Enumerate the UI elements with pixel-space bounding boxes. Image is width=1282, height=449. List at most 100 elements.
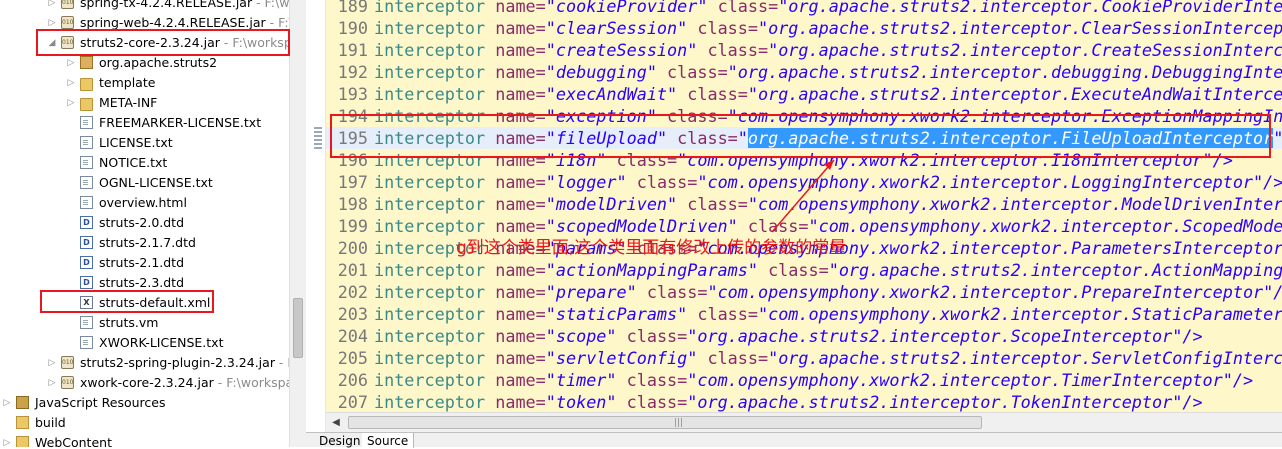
tree-item[interactable]: FREEMARKER-LICENSE.txt (0, 113, 289, 133)
editor-horizontal-scrollbar[interactable]: ◀ ||| (326, 412, 1282, 432)
tree-item-name: spring-tx-4.2.4.RELEASE.jar (80, 0, 253, 10)
tree-item[interactable]: overview.html (0, 193, 289, 213)
collapsed-arrow-icon[interactable]: ▷ (47, 353, 57, 373)
web-icon (16, 436, 29, 447)
jar-icon: 010 (61, 356, 74, 369)
file-icon (80, 336, 93, 349)
tree-item-label: xwork-core-2.3.24.jar - F:\workspace (80, 373, 306, 393)
jar-icon: 010 (61, 16, 74, 29)
tree-item-name: xwork-core-2.3.24.jar (80, 375, 214, 390)
tree-item-name: FREEMARKER-LICENSE.txt (99, 115, 262, 130)
tab-design[interactable]: Design (314, 433, 367, 448)
build-icon (16, 416, 29, 429)
tree-item[interactable]: OGNL-LICENSE.txt (0, 173, 289, 193)
tree-item-name: LICENSE.txt (99, 135, 173, 150)
jar-icon: 010 (61, 0, 74, 9)
folder-icon (80, 98, 93, 111)
tree-item-name: template (99, 75, 156, 90)
tree-item-label: WebContent (35, 433, 112, 447)
highlight-box-struts-default (40, 290, 214, 313)
tree-item[interactable]: NOTICE.txt (0, 153, 289, 173)
file-icon (80, 136, 93, 149)
tree-item-label: overview.html (99, 193, 187, 213)
tree-item-name: NOTICE.txt (99, 155, 168, 170)
tree-item-label: build (35, 413, 66, 433)
xml-editor: 189 interceptor name="cookieProvider" cla… (306, 0, 1282, 448)
tree-item[interactable]: ▷ META-INF (0, 93, 289, 113)
hscroll-thumb[interactable]: ||| (348, 416, 982, 429)
tree-item-label: struts-2.1.dtd (99, 253, 184, 273)
tree-item-name: spring-web-4.2.4.RELEASE.jar (80, 15, 266, 30)
tree-item[interactable]: ▷ org.apache.struts2 (0, 53, 289, 73)
tree-item-name: OGNL-LICENSE.txt (99, 175, 213, 190)
tree-item[interactable]: build (0, 413, 289, 433)
explorer-vertical-scrollbar[interactable] (289, 0, 306, 447)
collapsed-arrow-icon[interactable]: ▷ (2, 393, 12, 413)
dtd-icon: D (80, 276, 93, 289)
collapsed-arrow-icon[interactable]: ▷ (47, 0, 57, 13)
tree-item-label: struts2-spring-plugin-2.3.24.jar - F:\ (80, 353, 302, 373)
tree-item-label: spring-tx-4.2.4.RELEASE.jar - F:\work (80, 0, 306, 13)
tree-item-label: OGNL-LICENSE.txt (99, 173, 213, 193)
tree-item-label: template (99, 73, 155, 93)
tree-item-label: struts-2.1.7.dtd (99, 233, 196, 253)
tree-item[interactable]: ▷ 010 spring-tx-4.2.4.RELEASE.jar - F:\wor… (0, 0, 306, 13)
tree-item-label: struts.vm (99, 313, 158, 333)
dtd-icon: D (80, 236, 93, 249)
tree-item-name: XWORK-LICENSE.txt (99, 335, 224, 350)
folder-icon (80, 78, 93, 91)
annotation-arrow (771, 159, 835, 233)
tree-item-label: NOTICE.txt (99, 153, 167, 173)
pkg-icon (80, 56, 93, 69)
file-icon (80, 176, 93, 189)
collapsed-arrow-icon[interactable]: ▷ (66, 73, 76, 93)
tree-item-label: META-INF (99, 93, 157, 113)
tree-item[interactable]: Dstruts-2.1.7.dtd (0, 233, 289, 253)
tree-item-name: META-INF (99, 95, 158, 110)
tree-item-name: WebContent (35, 435, 112, 447)
tree-item[interactable]: XWORK-LICENSE.txt (0, 333, 289, 353)
tree-item-name: struts-2.1.7.dtd (99, 235, 196, 250)
tree-item[interactable]: Dstruts-2.0.dtd (0, 213, 289, 233)
explorer-scroll-thumb[interactable] (293, 298, 303, 358)
tree-item-label: JavaScript Resources (35, 393, 165, 413)
tree-item-label: FREEMARKER-LICENSE.txt (99, 113, 261, 133)
tree-item[interactable]: struts.vm (0, 313, 289, 333)
tree-item-label: org.apache.struts2 (99, 53, 217, 73)
tree-item-name: build (35, 415, 66, 430)
file-icon (80, 156, 93, 169)
tree-item-name: org.apache.struts2 (99, 55, 218, 70)
project-explorer: ▷ 010 spring-tx-4.2.4.RELEASE.jar - F:\wor… (0, 0, 306, 447)
tree-item-label: struts-2.0.dtd (99, 213, 184, 233)
highlight-box-core-jar (36, 29, 290, 56)
tree-item[interactable]: ▷ 010 xwork-core-2.3.24.jar - F:\workspace (0, 373, 306, 393)
scroll-left-icon[interactable]: ◀ (328, 415, 344, 430)
tree-item[interactable]: Dstruts-2.1.dtd (0, 253, 289, 273)
collapsed-arrow-icon[interactable]: ▷ (47, 373, 57, 393)
tree-item-label: LICENSE.txt (99, 133, 173, 153)
tree-item[interactable]: LICENSE.txt (0, 133, 289, 153)
collapsed-arrow-icon[interactable]: ▷ (66, 93, 76, 113)
collapsed-arrow-icon[interactable]: ▷ (2, 433, 12, 447)
tree-item-name: struts.vm (99, 315, 159, 330)
jar-icon: 010 (61, 376, 74, 389)
tree-item-name: struts2-spring-plugin-2.3.24.jar (80, 355, 275, 370)
tree-item-name: struts-2.1.dtd (99, 255, 185, 270)
tree-item[interactable]: ▷ 010 struts2-spring-plugin-2.3.24.jar - F… (0, 353, 303, 373)
file-icon (80, 116, 93, 129)
tree-item[interactable]: ▷ template (0, 73, 289, 93)
file-icon (80, 196, 93, 209)
tree-item-label: XWORK-LICENSE.txt (99, 333, 223, 353)
collapsed-arrow-icon[interactable]: ▷ (66, 53, 76, 73)
dtd-icon: D (80, 216, 93, 229)
dtd-icon: D (80, 256, 93, 269)
tree-item-name: overview.html (99, 195, 187, 210)
tree-item-name: JavaScript Resources (35, 395, 166, 410)
annotation-text: g到这个类里面,这个类里面有修改上传的参数的常量 (456, 238, 847, 258)
editor-tabs: Design Source (306, 432, 1282, 448)
hscroll-grip: ||| (674, 418, 684, 428)
tree-item-name: struts-2.0.dtd (99, 215, 185, 230)
tree-item[interactable]: ▷ WebContent (0, 433, 289, 447)
tab-source[interactable]: Source (362, 433, 415, 448)
tree-item[interactable]: ▷ JavaScript Resources (0, 393, 289, 413)
